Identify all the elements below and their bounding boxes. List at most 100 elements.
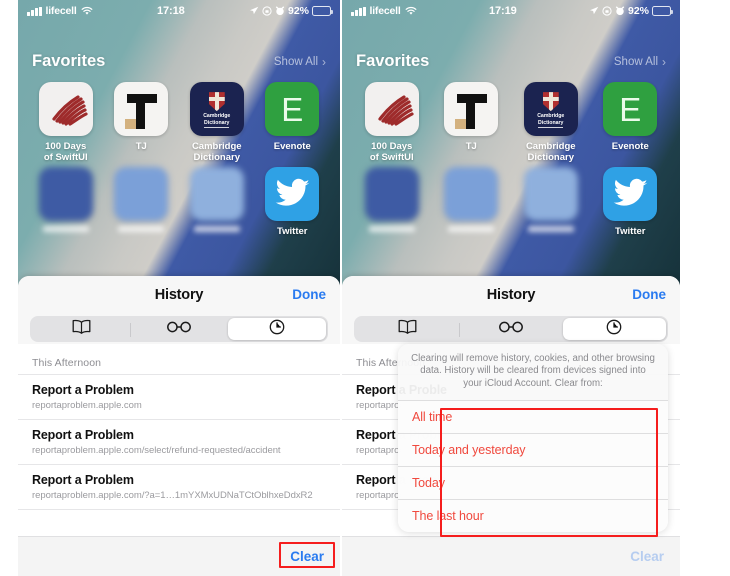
show-all-button[interactable]: Show All › bbox=[274, 55, 326, 69]
history-row-url: reportaproblem.apple.com/?a=1…1mYXMxUDNa… bbox=[32, 490, 313, 501]
screenshot-stage: lifecell 17:18 92% Favorites Show All › … bbox=[0, 0, 730, 576]
show-all-button[interactable]: Show All › bbox=[614, 55, 666, 69]
app-label: Evenote bbox=[273, 141, 311, 152]
tab-history[interactable] bbox=[562, 318, 666, 340]
alarm-clock-icon bbox=[615, 6, 625, 16]
history-sheet-right: History Done This Afternoon Report repor… bbox=[342, 276, 680, 576]
app-tile-blurred-3[interactable] bbox=[179, 167, 255, 237]
cambridge-dictionary-icon: Cambridge Dictionary bbox=[523, 82, 578, 136]
location-arrow-icon bbox=[589, 6, 599, 16]
done-button[interactable]: Done bbox=[292, 287, 326, 302]
battery-percent-label: 92% bbox=[287, 5, 309, 17]
battery-percent-label: 92% bbox=[627, 5, 649, 17]
clear-option-today-and-yesterday[interactable]: Today and yesterday bbox=[398, 433, 668, 467]
sidebar-segmented-control bbox=[354, 316, 668, 342]
blurred-app-icon-3 bbox=[523, 167, 578, 221]
blurred-app-label bbox=[118, 226, 165, 232]
tab-history[interactable] bbox=[228, 318, 326, 340]
clear-button[interactable]: Clear bbox=[290, 549, 324, 564]
clear-option-the-last-hour[interactable]: The last hour bbox=[398, 499, 668, 533]
app-label: TJ bbox=[465, 141, 477, 152]
history-row-title: Report a Problem bbox=[32, 383, 134, 397]
app-label: Cambridge Dictionary bbox=[191, 141, 242, 163]
history-row-url: reportaproblem.apple.com bbox=[32, 400, 142, 411]
blurred-app-label bbox=[448, 226, 495, 232]
cambridge-dictionary-icon: Cambridge Dictionary bbox=[189, 82, 244, 136]
carrier-label: lifecell bbox=[369, 5, 401, 17]
app-tile-blurred-1[interactable] bbox=[352, 167, 432, 237]
show-all-label: Show All bbox=[273, 55, 318, 68]
history-row[interactable]: Report a Problem reportaproblem.apple.co… bbox=[18, 419, 340, 464]
app-tile-swiftui[interactable]: 100 Days of SwiftUI bbox=[352, 82, 432, 163]
app-label: Twitter bbox=[615, 226, 646, 237]
blurred-app-icon-3 bbox=[189, 167, 244, 221]
carrier-label: lifecell bbox=[45, 5, 77, 17]
blurred-app-label bbox=[193, 226, 240, 232]
page-title: History bbox=[486, 287, 536, 303]
history-row[interactable]: Report a Problem reportaproblem.apple.co… bbox=[18, 374, 340, 419]
lock-rotation-icon bbox=[602, 6, 612, 16]
wifi-icon bbox=[81, 6, 93, 16]
done-button[interactable]: Done bbox=[632, 287, 666, 302]
clear-option-all-time[interactable]: All time bbox=[398, 400, 668, 434]
clear-option-today[interactable]: Today bbox=[398, 466, 668, 500]
clock-icon bbox=[269, 319, 285, 340]
clear-history-action-sheet: Clearing will remove history, cookies, a… bbox=[398, 344, 668, 533]
favorites-header-right: Favorites Show All › bbox=[342, 52, 680, 71]
clock-icon bbox=[606, 319, 622, 340]
app-tile-evernote[interactable]: E Evenote bbox=[255, 82, 331, 163]
action-sheet-message: Clearing will remove history, cookies, a… bbox=[411, 353, 655, 389]
history-list-left[interactable]: This Afternoon Report a Problem reportap… bbox=[18, 344, 340, 536]
app-label: TJ bbox=[135, 141, 147, 152]
history-row[interactable]: Report a Problem reportaproblem.apple.co… bbox=[18, 464, 340, 510]
app-tile-twitter[interactable]: Twitter bbox=[591, 167, 671, 237]
app-tile-blurred-3[interactable] bbox=[511, 167, 591, 237]
favorites-grid-left: 100 Daysof SwiftUI TJ CambridgeDiction bbox=[18, 82, 340, 237]
app-tile-blurred-2[interactable] bbox=[104, 167, 180, 237]
book-icon bbox=[398, 319, 417, 339]
tab-bookmarks[interactable] bbox=[32, 318, 130, 340]
app-label: Evenote bbox=[611, 141, 649, 152]
app-label: Twitter bbox=[277, 226, 308, 237]
app-tile-blurred-1[interactable] bbox=[28, 167, 104, 237]
battery-icon bbox=[652, 6, 673, 16]
history-row-title: Report a Problem bbox=[32, 473, 134, 487]
signal-bars-icon bbox=[27, 6, 42, 16]
tab-reading-list[interactable] bbox=[459, 318, 562, 340]
status-time: 17:19 bbox=[488, 5, 517, 17]
sheet-footer-right: Clear bbox=[342, 536, 680, 576]
location-arrow-icon bbox=[249, 6, 259, 16]
tab-bookmarks[interactable] bbox=[356, 318, 459, 340]
chevron-right-icon: › bbox=[662, 54, 666, 69]
tab-reading-list[interactable] bbox=[130, 318, 228, 340]
app-tile-evernote[interactable]: E Evenote bbox=[591, 82, 671, 163]
clear-button[interactable]: Clear bbox=[630, 549, 664, 564]
sheet-footer-left: Clear bbox=[18, 536, 340, 576]
favorites-header-left: Favorites Show All › bbox=[18, 52, 340, 71]
sheet-header: History Done bbox=[18, 276, 340, 314]
swiftui-slashes-icon bbox=[38, 82, 93, 136]
favorites-title: Favorites bbox=[32, 52, 106, 70]
app-tile-cambridge-dictionary[interactable]: Cambridge Dictionary Cambridge Dictionary bbox=[179, 82, 255, 163]
app-label: Cambridge Dictionary bbox=[525, 141, 576, 163]
lock-rotation-icon bbox=[262, 6, 272, 16]
app-tile-blurred-2[interactable] bbox=[432, 167, 512, 237]
history-sheet-left: History Done This Afternoon Report a Pro… bbox=[18, 276, 340, 576]
tj-letter-icon bbox=[444, 82, 499, 136]
app-tile-twitter[interactable]: Twitter bbox=[255, 167, 331, 237]
section-header: This Afternoon bbox=[32, 357, 102, 369]
blurred-app-icon-2 bbox=[444, 167, 499, 221]
twitter-bird-icon bbox=[603, 167, 658, 221]
status-bar-right: lifecell 17:19 92% bbox=[342, 0, 680, 22]
page-title: History bbox=[154, 287, 204, 303]
history-row-title: Report a Problem bbox=[32, 428, 134, 442]
twitter-bird-icon bbox=[265, 167, 320, 221]
blurred-app-icon-1 bbox=[364, 167, 419, 221]
app-tile-tj[interactable]: TJ bbox=[432, 82, 512, 163]
app-tile-swiftui[interactable]: 100 Days of SwiftUI bbox=[28, 82, 104, 163]
app-tile-cambridge-dictionary[interactable]: Cambridge Dictionary Cambridge Dictionary bbox=[511, 82, 591, 163]
sidebar-segmented-control bbox=[30, 316, 328, 342]
app-tile-tj[interactable]: TJ bbox=[104, 82, 180, 163]
glasses-icon bbox=[166, 320, 192, 338]
evernote-e-icon: E bbox=[603, 82, 658, 136]
